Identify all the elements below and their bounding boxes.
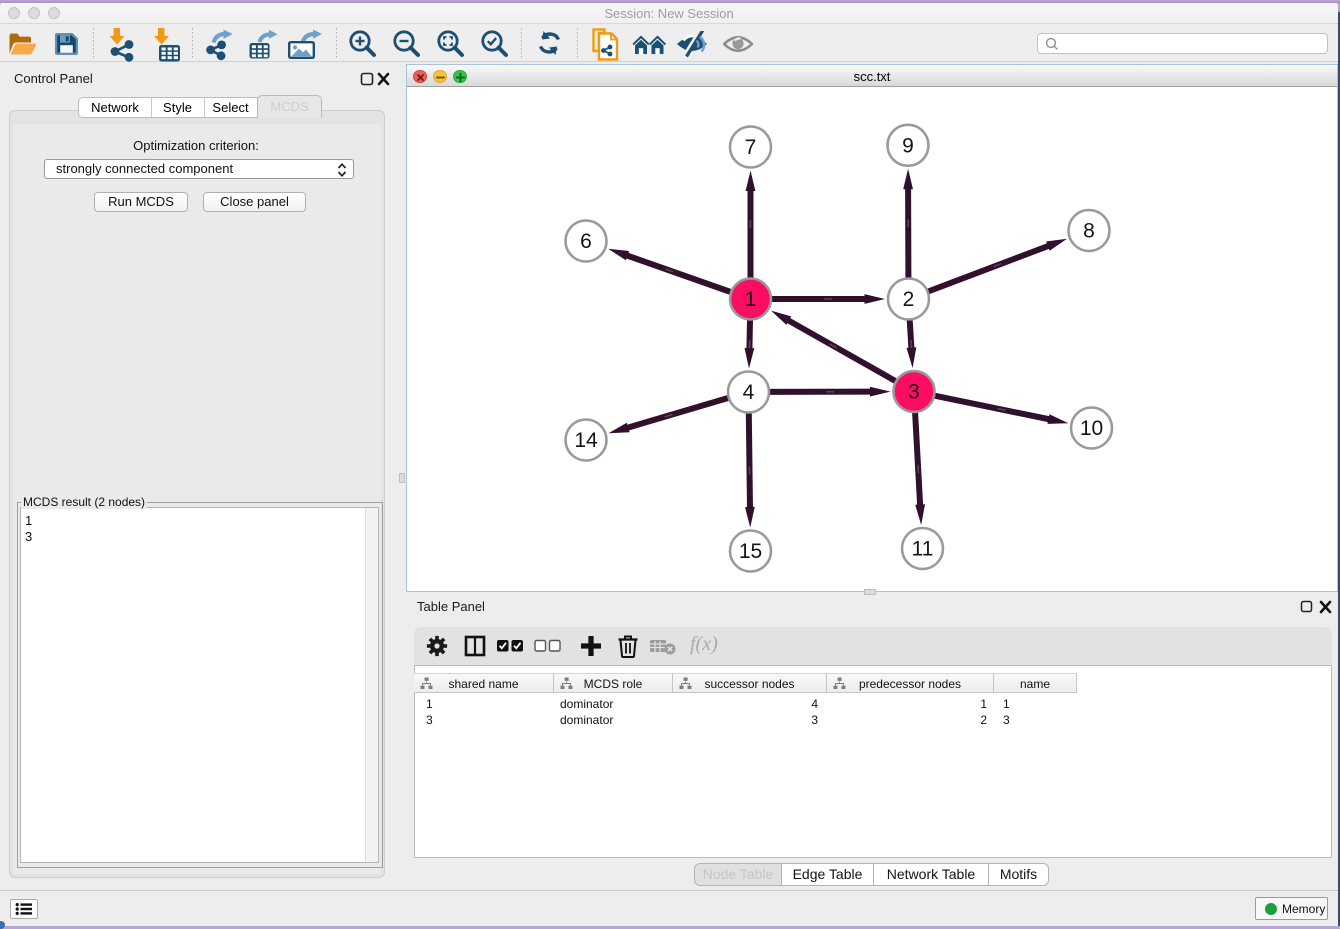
svg-text:10: 10 [1080,417,1103,440]
svg-text:1: 1 [745,288,757,311]
svg-text:11: 11 [912,538,934,561]
svg-text:4: 4 [743,381,755,404]
svg-text:3: 3 [908,381,920,404]
svg-text:14: 14 [574,429,598,452]
svg-text:7: 7 [745,136,757,159]
svg-text:6: 6 [580,230,592,253]
svg-text:8: 8 [1083,220,1095,243]
svg-text:9: 9 [902,135,914,158]
svg-text:15: 15 [739,540,762,563]
svg-text:2: 2 [903,288,915,311]
